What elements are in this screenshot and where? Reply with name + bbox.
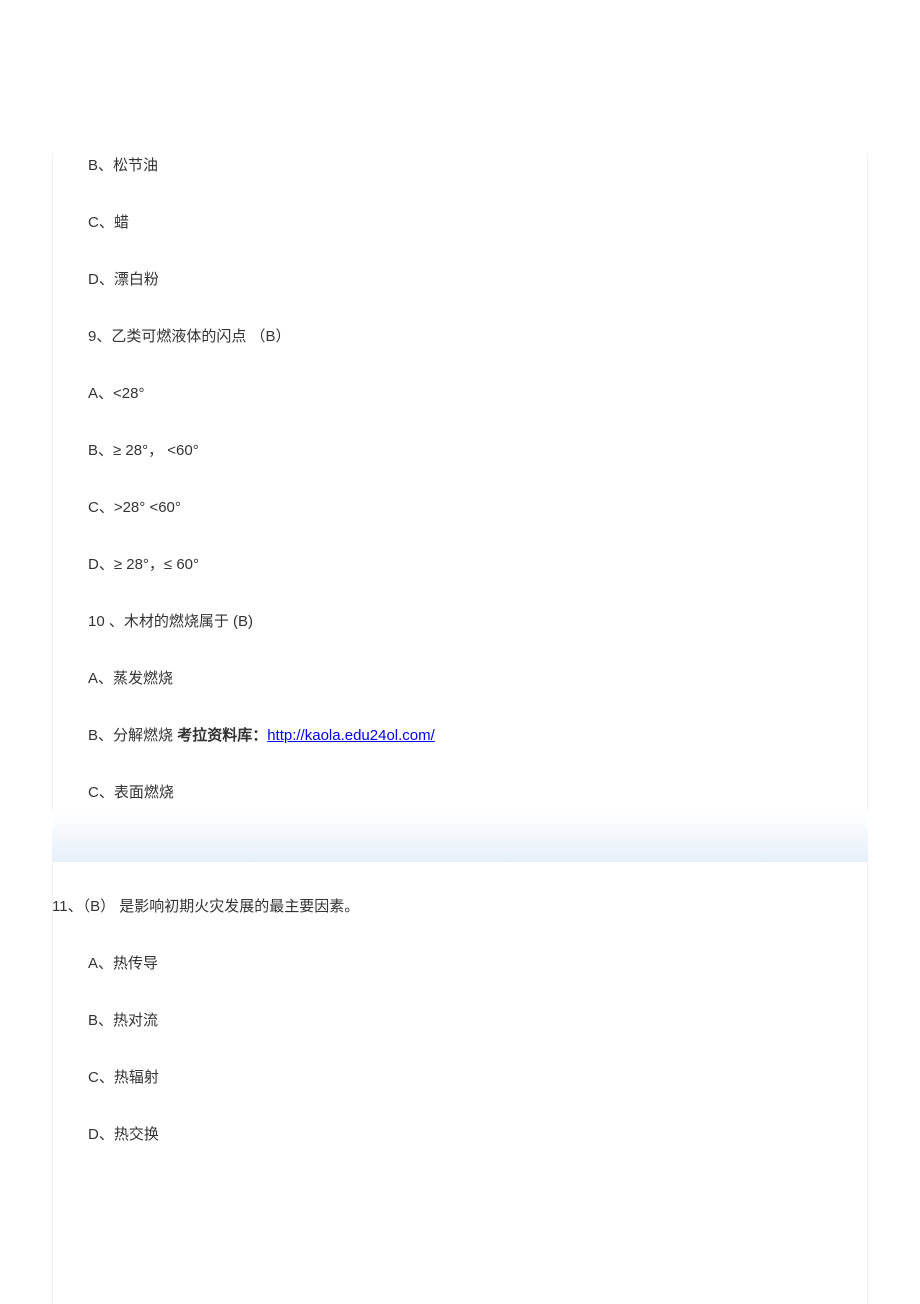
q10-option-c: C、表面燃烧 [52, 782, 868, 803]
q10-option-a: A、蒸发燃烧 [52, 668, 868, 689]
section-divider [52, 812, 868, 862]
q10-option-b-label: 考拉资料库： [177, 727, 267, 744]
document-page: B、松节油 C、蜡 D、漂白粉 9、乙类可燃液体的闪点 （B） A、<28° B… [0, 0, 920, 1304]
q8-option-c: C、蜡 [52, 212, 868, 233]
q9-option-d: D、≥ 28°，≤ 60° [52, 554, 868, 575]
q9-stem: 9、乙类可燃液体的闪点 （B） [52, 326, 868, 347]
q9-option-a: A、<28° [52, 383, 868, 404]
q10-option-b-prefix: B、分解燃烧 [88, 727, 177, 744]
q11-option-b: B、热对流 [52, 1010, 868, 1031]
q11-stem: 11、（B） 是影响初期火灾发展的最主要因素。 [52, 896, 868, 917]
kaola-link[interactable]: http://kaola.edu24ol.com/ [267, 727, 435, 744]
lower-content: 11、（B） 是影响初期火灾发展的最主要因素。 A、热传导 B、热对流 C、热辐… [52, 896, 868, 1181]
q9-option-b: B、≥ 28°， <60° [52, 440, 868, 461]
q11-option-a: A、热传导 [52, 953, 868, 974]
q10-option-b: B、分解燃烧 考拉资料库：http://kaola.edu24ol.com/ [52, 725, 868, 746]
document-content: B、松节油 C、蜡 D、漂白粉 9、乙类可燃液体的闪点 （B） A、<28° B… [52, 155, 868, 896]
q11-option-c: C、热辐射 [52, 1067, 868, 1088]
q8-option-d: D、漂白粉 [52, 269, 868, 290]
q8-option-b: B、松节油 [52, 155, 868, 176]
q9-option-c: C、>28° <60° [52, 497, 868, 518]
q11-option-d: D、热交换 [52, 1124, 868, 1145]
q10-stem: 10 、木材的燃烧属于 (B) [52, 611, 868, 632]
